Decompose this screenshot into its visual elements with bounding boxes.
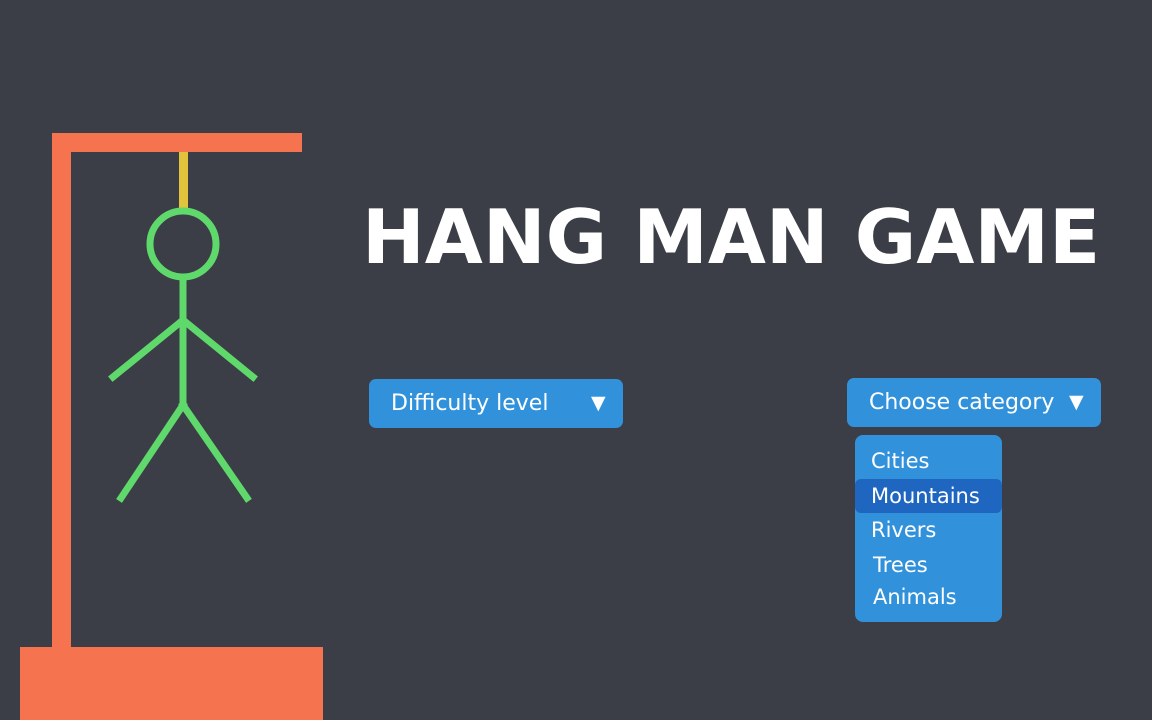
category-dropdown-menu: Cities Mountains Rivers Trees Animals [855,435,1002,622]
category-select-label: Choose category [869,390,1055,415]
figure-left-leg [116,400,188,503]
category-option-trees[interactable]: Trees [855,548,1002,582]
figure-right-leg [178,400,252,503]
rope [179,152,188,210]
chevron-down-icon: ▼ [1069,391,1084,413]
gallows-beam [52,133,302,152]
figure-left-arm [108,315,188,382]
category-option-mountains[interactable]: Mountains [855,478,1002,513]
gallows-base [20,647,323,720]
category-option-cities[interactable]: Cities [855,444,1002,478]
chevron-down-icon: ▼ [591,392,606,414]
gallows-pole [52,133,71,649]
figure-right-arm [178,315,258,382]
figure-head [146,207,220,281]
difficulty-select[interactable]: Difficulty level ▼ [369,379,623,428]
category-select[interactable]: Choose category ▼ [847,378,1101,427]
difficulty-select-label: Difficulty level [391,391,549,416]
hangman-drawing [20,133,323,720]
category-option-rivers[interactable]: Rivers [855,513,1002,547]
page-title: HANG MAN GAME [362,193,1101,281]
category-option-animals[interactable]: Animals [855,582,1002,612]
